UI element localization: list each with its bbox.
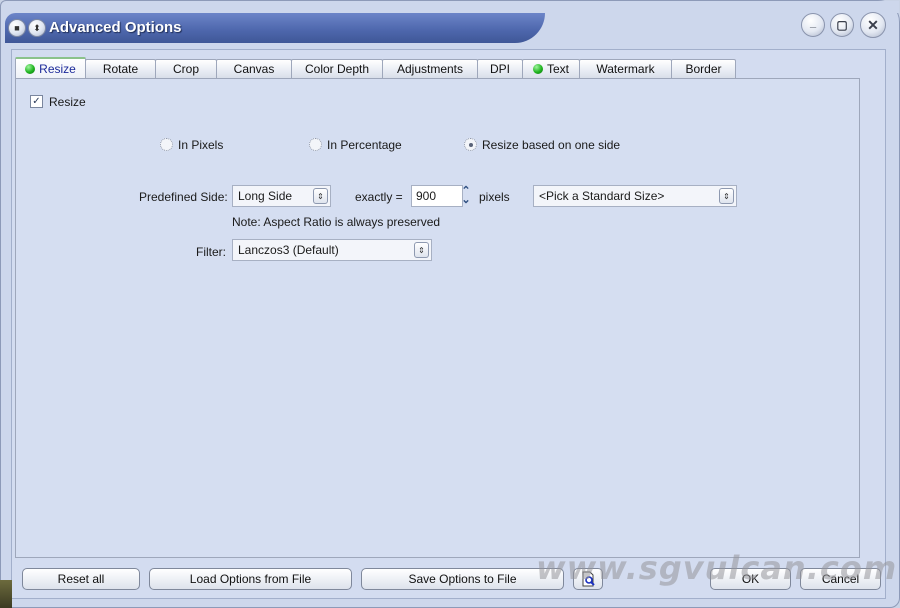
- standard-size-select[interactable]: <Pick a Standard Size> ⇕: [533, 185, 737, 207]
- system-menu-icon[interactable]: ■: [8, 19, 26, 37]
- resize-checkbox[interactable]: ✓: [30, 95, 43, 108]
- resize-checkbox-label[interactable]: Resize: [49, 95, 86, 109]
- tab-label: Color Depth: [304, 62, 370, 76]
- size-unit-label: pixels: [479, 190, 510, 204]
- close-icon: ✕: [867, 16, 879, 33]
- tab-crop[interactable]: Crop: [155, 59, 217, 78]
- standard-size-value: <Pick a Standard Size>: [539, 189, 665, 203]
- resize-panel: [15, 78, 860, 558]
- desktop-background-edge: [0, 580, 12, 608]
- tab-bar: Resize Rotate Crop Canvas Color Depth Ad…: [15, 57, 736, 79]
- spin-down-icon[interactable]: ⌄: [461, 195, 470, 206]
- close-button[interactable]: ✕: [860, 12, 886, 38]
- preview-document-icon: [582, 571, 595, 587]
- tab-resize[interactable]: Resize: [15, 57, 86, 78]
- size-value: 900: [416, 189, 437, 203]
- maximize-button[interactable]: ▢: [830, 13, 854, 37]
- filter-value: Lanczos3 (Default): [238, 243, 339, 257]
- radio-selected-dot: [468, 142, 473, 147]
- tab-watermark[interactable]: Watermark: [579, 59, 672, 78]
- tab-label: Text: [546, 62, 569, 76]
- filter-select[interactable]: Lanczos3 (Default) ⇕: [232, 239, 432, 261]
- tab-label: Border: [685, 62, 722, 76]
- radio-in-percentage-label[interactable]: In Percentage: [327, 138, 402, 152]
- predefined-side-select[interactable]: Long Side ⇕: [232, 185, 331, 207]
- titlebar-extension: [521, 1, 899, 13]
- cancel-button[interactable]: Cancel: [800, 568, 881, 590]
- tab-label: Adjustments: [396, 62, 464, 76]
- maximize-icon: ▢: [836, 18, 848, 32]
- tab-label: Resize: [39, 61, 76, 76]
- predefined-side-value: Long Side: [238, 189, 293, 203]
- updown-arrow-icon: ⇕: [719, 188, 734, 204]
- predefined-side-label: Predefined Side:: [139, 190, 228, 204]
- size-spinner[interactable]: ⌃ ⌄: [459, 184, 473, 208]
- size-input[interactable]: 900: [411, 185, 463, 207]
- radio-in-percentage[interactable]: [309, 138, 322, 151]
- load-options-button[interactable]: Load Options from File: [149, 568, 352, 590]
- rollup-icon[interactable]: ⬍: [28, 19, 46, 37]
- tab-label: Rotate: [102, 62, 139, 76]
- tab-label: Canvas: [233, 62, 275, 76]
- tab-border[interactable]: Border: [671, 59, 736, 78]
- tab-rotate[interactable]: Rotate: [85, 59, 156, 78]
- checkmark-icon: ✓: [32, 96, 41, 107]
- radio-one-side[interactable]: [464, 138, 477, 151]
- radio-in-pixels[interactable]: [160, 138, 173, 151]
- tab-label: DPI: [489, 62, 510, 76]
- tab-label: Crop: [172, 62, 199, 76]
- green-indicator-icon: [25, 63, 36, 74]
- advanced-options-window: ■ ⬍ Advanced Options _ ▢ ✕ Resize Rotate…: [0, 0, 900, 608]
- save-options-button[interactable]: Save Options to File: [361, 568, 564, 590]
- radio-in-pixels-label[interactable]: In Pixels: [178, 138, 223, 152]
- updown-arrow-icon: ⇕: [414, 242, 429, 258]
- ok-button[interactable]: OK: [710, 568, 791, 590]
- tab-text[interactable]: Text: [522, 59, 580, 78]
- tab-adjustments[interactable]: Adjustments: [382, 59, 478, 78]
- preview-button[interactable]: [573, 568, 603, 590]
- radio-one-side-label[interactable]: Resize based on one side: [482, 138, 620, 152]
- exactly-label: exactly =: [355, 190, 403, 204]
- filter-label: Filter:: [196, 245, 226, 259]
- tab-color-depth[interactable]: Color Depth: [291, 59, 383, 78]
- green-indicator-icon: [532, 64, 543, 74]
- tab-dpi[interactable]: DPI: [477, 59, 523, 78]
- tab-canvas[interactable]: Canvas: [216, 59, 292, 78]
- minimize-icon: _: [809, 17, 817, 29]
- minimize-button[interactable]: _: [801, 13, 825, 37]
- tab-label: Watermark: [596, 62, 655, 76]
- reset-all-button[interactable]: Reset all: [22, 568, 140, 590]
- window-title: Advanced Options: [49, 19, 182, 36]
- aspect-ratio-note: Note: Aspect Ratio is always preserved: [232, 215, 441, 229]
- updown-arrow-icon: ⇕: [313, 188, 328, 204]
